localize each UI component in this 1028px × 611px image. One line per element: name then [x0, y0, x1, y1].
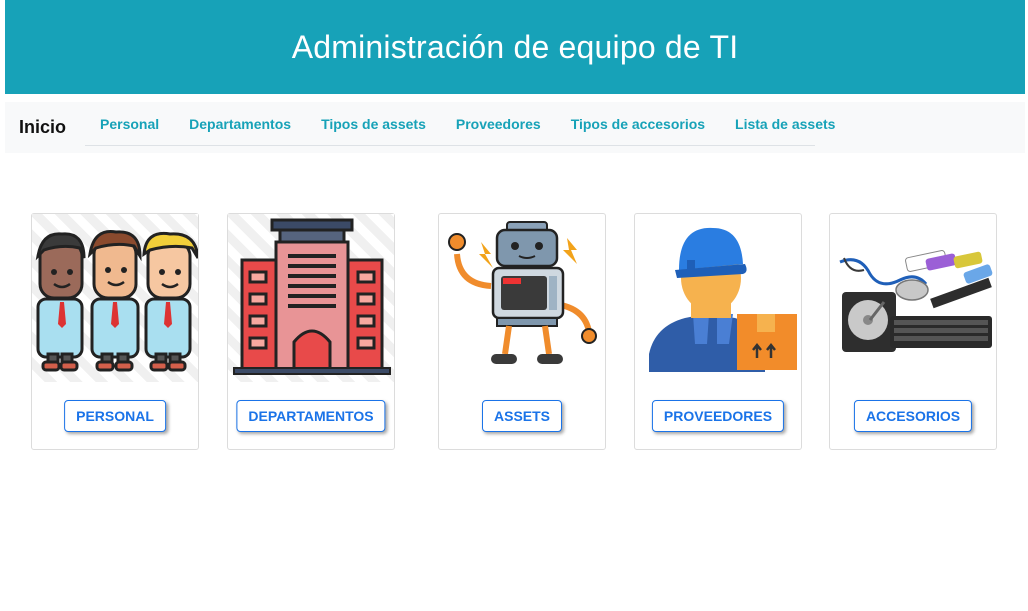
- card-assets-image: [439, 214, 605, 382]
- nav-link-proveedores[interactable]: Proveedores: [441, 116, 556, 132]
- proveedores-button[interactable]: PROVEEDORES: [651, 400, 785, 432]
- card-accesorios-image: [830, 214, 996, 382]
- nav-link-personal[interactable]: Personal: [85, 116, 174, 132]
- nav-link-lista-de-assets[interactable]: Lista de assets: [720, 116, 850, 132]
- personal-button[interactable]: PERSONAL: [64, 400, 166, 432]
- card-assets: ASSETS: [438, 213, 606, 450]
- card-personal-image: [32, 214, 198, 382]
- navbar: Inicio Personal Departamentos Tipos de a…: [5, 102, 1025, 153]
- people-group-icon: [35, 229, 198, 372]
- computer-accessories-icon: [839, 250, 993, 352]
- card-accesorios: ACCESORIOS: [829, 213, 997, 450]
- delivery-worker-icon: [649, 227, 797, 372]
- nav-link-tipos-de-accesorios[interactable]: Tipos de accesorios: [556, 116, 720, 132]
- departamentos-button[interactable]: DEPARTAMENTOS: [236, 400, 386, 432]
- assets-button[interactable]: ASSETS: [481, 400, 563, 432]
- nav-link-tipos-de-assets[interactable]: Tipos de assets: [306, 116, 441, 132]
- nav-link-departamentos[interactable]: Departamentos: [174, 116, 306, 132]
- page-title: Administración de equipo de TI: [291, 28, 739, 65]
- robot-icon: [448, 221, 597, 364]
- card-proveedores-image: [635, 214, 801, 382]
- card-departamentos: DEPARTAMENTOS: [227, 213, 395, 450]
- accesorios-button[interactable]: ACCESORIOS: [853, 400, 973, 432]
- office-building-icon: [233, 218, 391, 375]
- card-departamentos-image: [228, 214, 394, 382]
- nav-brand-home[interactable]: Inicio: [19, 117, 66, 138]
- card-proveedores: PROVEEDORES: [634, 213, 802, 450]
- card-personal: PERSONAL: [31, 213, 199, 450]
- page-header: Administración de equipo de TI: [5, 0, 1025, 94]
- nav-links: Personal Departamentos Tipos de assets P…: [85, 102, 835, 146]
